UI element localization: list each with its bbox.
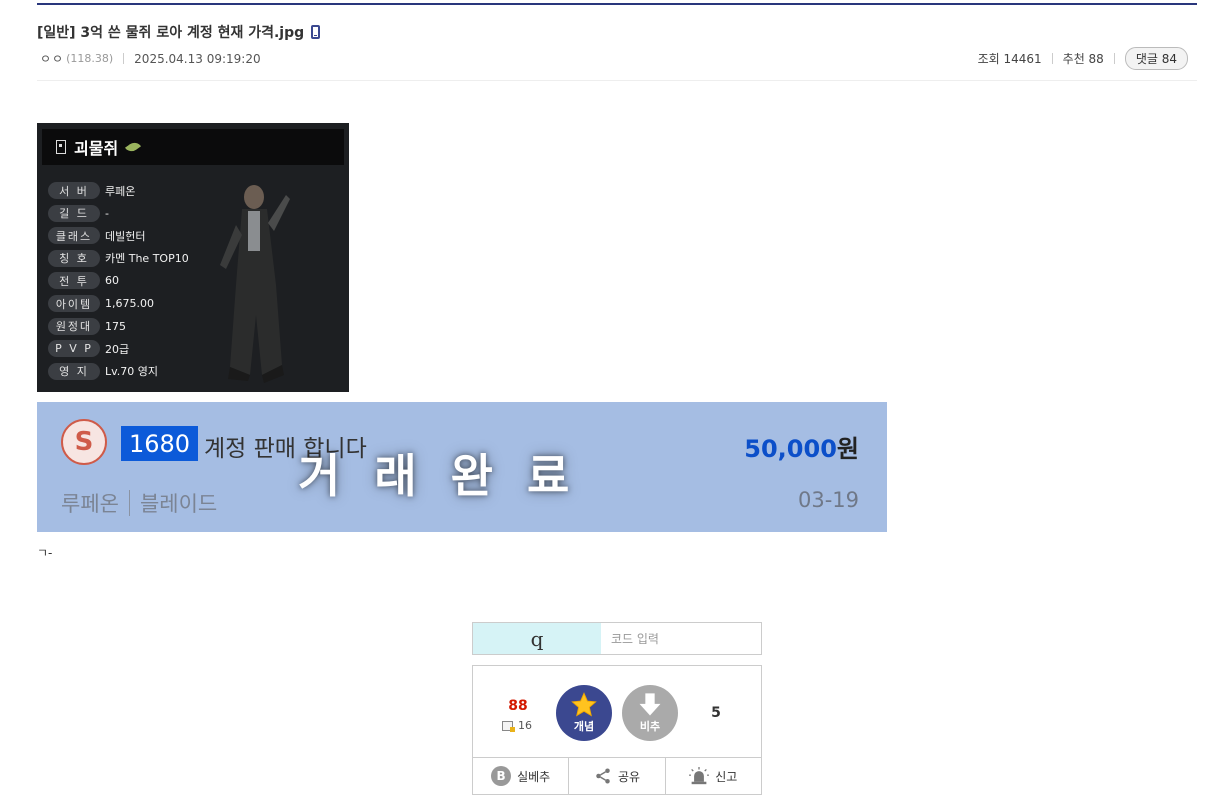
character-stat-value: 1,675.00 xyxy=(105,297,154,310)
price-unit: 원 xyxy=(836,435,859,463)
character-stat-row: 서 버 루페온 xyxy=(48,182,135,199)
captcha-code-input[interactable] xyxy=(601,623,761,654)
character-stat-label: 전 투 xyxy=(48,272,100,290)
character-stat-row: 원정대 175 xyxy=(48,317,126,335)
price-value: 50,000 xyxy=(744,435,837,463)
star-icon xyxy=(571,692,597,717)
character-stat-row: P V P 20급 xyxy=(48,340,130,358)
character-stat-row: 영 지 Lv.70 영지 xyxy=(48,362,159,380)
meta-separator xyxy=(1113,53,1115,64)
character-stat-row: 클래스 데빌헌터 xyxy=(48,227,146,245)
report-button[interactable]: 신고 xyxy=(666,758,761,794)
best-recommend-button[interactable]: B 실베추 xyxy=(473,758,570,794)
post-title-text: [일반] 3억 쓴 물쥐 로아 계정 현재 가격.jpg xyxy=(37,25,305,41)
character-stat-label: 영 지 xyxy=(48,362,100,380)
fixed-recommend-icon xyxy=(502,720,515,732)
character-stat-value: Lv.70 영지 xyxy=(105,365,159,379)
character-stat-label: 클래스 xyxy=(48,227,100,245)
character-stat-label: 칭 호 xyxy=(48,249,100,267)
character-stat-row: 칭 호 카멘 The TOP10 xyxy=(48,249,189,267)
upvote-button[interactable]: 개념 xyxy=(556,685,612,741)
post-title: [일반] 3억 쓴 물쥐 로아 계정 현재 가격.jpg xyxy=(37,22,321,42)
character-stat-row: 길 드- xyxy=(48,204,109,222)
siren-icon xyxy=(689,767,710,785)
character-stat-label: 서 버 xyxy=(48,182,100,199)
downvote-button[interactable]: 비추 xyxy=(622,685,678,741)
character-stat-row: 전 투 60 xyxy=(48,272,119,290)
sale-banner-image: S 1680 계정 판매 합니다 50,000원 루페온 블레이드 03-19 … xyxy=(37,402,887,532)
upvote-count: 88 xyxy=(508,698,528,714)
post-stats: 조회 14461 추천 88 댓글 84 xyxy=(978,47,1188,70)
meta-separator xyxy=(1051,53,1053,64)
store-logo: S xyxy=(61,419,107,465)
mobile-icon xyxy=(311,25,321,39)
item-level-badge: 1680 xyxy=(121,426,198,461)
character-stat-value: 175 xyxy=(105,319,126,333)
character-stat-value: 20급 xyxy=(105,342,130,356)
vote-action-bar: B 실베추 공유 신고 xyxy=(473,757,761,794)
character-stat-label: 아이템 xyxy=(48,295,100,312)
vote-box: 88 16 개념 비추 5 B 실베추 공유 신고 xyxy=(472,665,762,795)
character-stat-label: 원정대 xyxy=(48,317,100,335)
sale-price: 50,000원 xyxy=(744,429,859,464)
recommend-count: 추천 88 xyxy=(1062,52,1104,66)
captcha-image[interactable]: q xyxy=(473,623,601,654)
header-divider xyxy=(37,80,1197,81)
comment-count-button[interactable]: 댓글 84 xyxy=(1124,47,1188,70)
character-stat-label: 길 드 xyxy=(48,204,100,222)
character-stat-value: 루페온 xyxy=(105,184,136,198)
sale-server-class: 루페온 블레이드 xyxy=(61,488,217,518)
sale-date: 03-19 xyxy=(797,488,859,512)
character-stat-value: 카멘 The TOP10 xyxy=(105,252,189,266)
author-ip: (118.38) xyxy=(66,52,114,65)
server-class-divider xyxy=(128,490,130,516)
post-body-text: ㄱ- xyxy=(37,546,53,560)
character-stat-row: 아이템 1,675.00 xyxy=(48,295,154,312)
downvote-label: 비추 xyxy=(639,721,661,733)
character-card-header: 괴물쥐 xyxy=(42,129,344,165)
report-label: 신고 xyxy=(715,769,738,784)
character-stat-value: 데빌헌터 xyxy=(105,229,146,243)
sale-server: 루페온 xyxy=(61,492,119,516)
post-author-meta: ㅇㅇ (118.38) 2025.04.13 09:19:20 xyxy=(40,50,261,67)
leaf-icon xyxy=(125,139,142,155)
share-button[interactable]: 공유 xyxy=(569,758,666,794)
author-nick[interactable]: ㅇㅇ xyxy=(40,50,64,67)
character-stat-value: 60 xyxy=(105,274,119,288)
character-stat-value: - xyxy=(105,206,109,220)
downvote-count: 5 xyxy=(711,705,721,721)
bookmark-icon xyxy=(56,140,66,154)
post-datetime: 2025.04.13 09:19:20 xyxy=(134,51,261,66)
fixed-recommend-count: 16 xyxy=(502,719,532,732)
upvote-label: 개념 xyxy=(573,721,595,733)
share-icon xyxy=(596,768,610,784)
fixed-recommend-value: 16 xyxy=(518,719,532,732)
character-stat-label: P V P xyxy=(48,340,100,358)
captcha-box: q xyxy=(472,622,762,655)
sold-stamp: 거래완료 xyxy=(298,449,604,503)
best-recommend-label: 실베추 xyxy=(517,769,551,784)
arrow-down-icon xyxy=(639,693,661,716)
view-count: 조회 14461 xyxy=(977,52,1042,66)
share-label: 공유 xyxy=(617,769,641,784)
best-b-icon: B xyxy=(491,766,512,786)
character-name: 괴물쥐 xyxy=(74,139,119,158)
character-figure-icon xyxy=(220,185,290,383)
top-border xyxy=(37,3,1197,5)
character-card-image: 괴물쥐 서 버 루페온 길 드 - 클래스 데빌헌터 칭 호 카멘 The TOP10 전 투6… xyxy=(37,123,349,392)
meta-separator xyxy=(123,53,125,64)
sale-class: 블레이드 xyxy=(139,492,218,516)
